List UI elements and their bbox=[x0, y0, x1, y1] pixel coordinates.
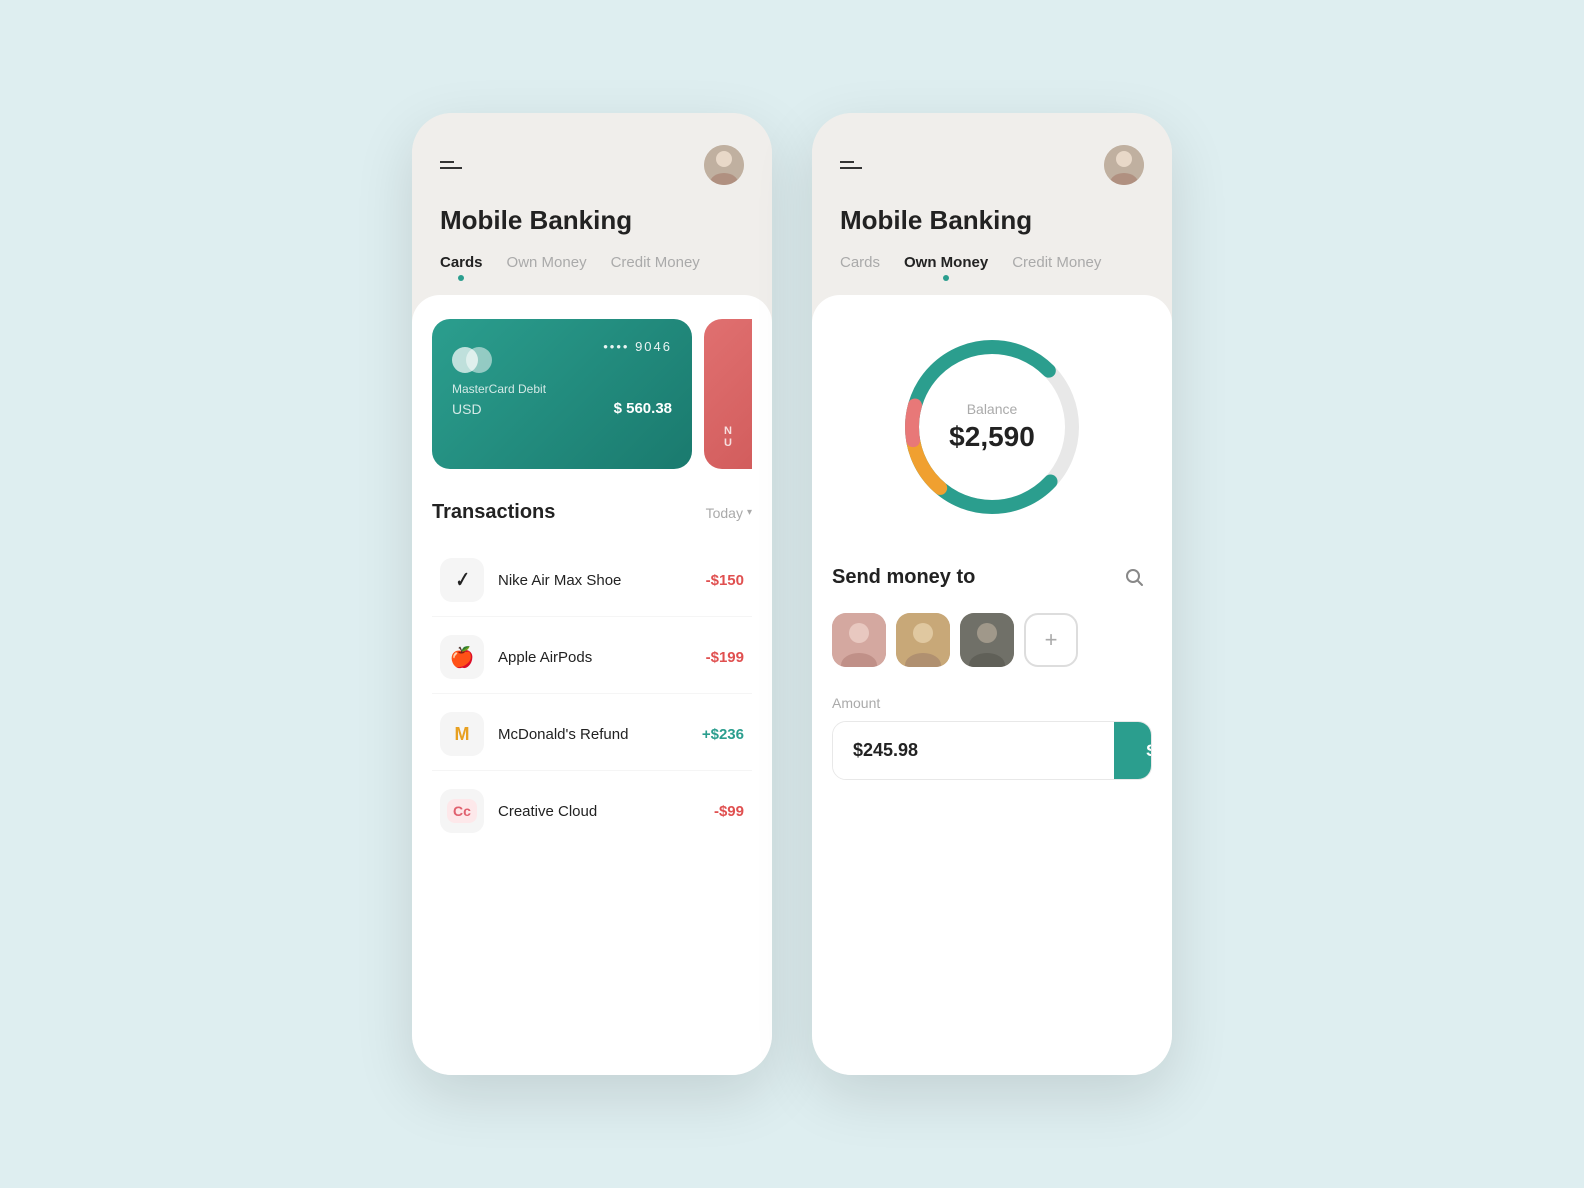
transaction-name: Creative Cloud bbox=[498, 803, 700, 820]
avatar[interactable] bbox=[1104, 145, 1144, 185]
transactions-header: Transactions Today ▾ bbox=[432, 501, 752, 524]
transaction-name: McDonald's Refund bbox=[498, 726, 688, 743]
left-header bbox=[412, 113, 772, 205]
balance-ring: Balance $2,590 bbox=[892, 327, 1092, 527]
hamburger-menu-icon[interactable] bbox=[840, 161, 862, 169]
card-currency: USD bbox=[452, 401, 482, 417]
send-money-title: Send money to bbox=[832, 566, 975, 589]
today-filter[interactable]: Today ▾ bbox=[706, 505, 752, 521]
mcdonalds-icon: M bbox=[440, 712, 484, 756]
bank-card-secondary[interactable]: NU bbox=[704, 319, 752, 469]
balance-amount: $2,590 bbox=[949, 421, 1035, 453]
card-second-label: NU bbox=[724, 425, 752, 449]
amount-input[interactable] bbox=[833, 722, 1114, 779]
send-button[interactable]: Send bbox=[1114, 722, 1152, 779]
tab-credit-money[interactable]: Credit Money bbox=[611, 254, 700, 279]
contact-avatar-2[interactable] bbox=[896, 613, 950, 667]
transactions-title: Transactions bbox=[432, 501, 555, 524]
card-type: MasterCard Debit bbox=[452, 382, 672, 396]
table-row[interactable]: 🍎 Apple AirPods -$199 bbox=[432, 621, 752, 694]
hamburger-menu-icon[interactable] bbox=[440, 161, 462, 169]
transaction-amount: -$99 bbox=[714, 803, 744, 820]
phone-body: Balance $2,590 Send money to bbox=[812, 295, 1172, 1075]
avatar[interactable] bbox=[704, 145, 744, 185]
card-number: •••• 9046 bbox=[603, 339, 672, 354]
phone-body: •••• 9046 MasterCard Debit USD $ 560.38 … bbox=[412, 295, 772, 1075]
right-header bbox=[812, 113, 1172, 205]
add-contact-button[interactable]: + bbox=[1024, 613, 1078, 667]
amount-section: Amount Send bbox=[832, 695, 1152, 780]
today-label: Today bbox=[706, 505, 743, 521]
amount-input-row: Send bbox=[832, 721, 1152, 780]
tab-own-money[interactable]: Own Money bbox=[507, 254, 587, 279]
tab-cards[interactable]: Cards bbox=[840, 254, 880, 279]
plus-icon: + bbox=[1045, 627, 1058, 653]
transaction-amount: -$150 bbox=[706, 572, 744, 589]
contacts-row: + bbox=[832, 613, 1152, 667]
amount-label: Amount bbox=[832, 695, 1152, 711]
balance-center: Balance $2,590 bbox=[949, 401, 1035, 453]
apple-icon: 🍎 bbox=[440, 635, 484, 679]
balance-ring-container: Balance $2,590 bbox=[832, 327, 1152, 527]
table-row[interactable]: Cc Creative Cloud -$99 bbox=[432, 775, 752, 847]
bank-card-primary[interactable]: •••• 9046 MasterCard Debit USD $ 560.38 bbox=[432, 319, 692, 469]
page-title: Mobile Banking bbox=[812, 205, 1172, 254]
table-row[interactable]: ✓ Nike Air Max Shoe -$150 bbox=[432, 544, 752, 617]
transaction-name: Nike Air Max Shoe bbox=[498, 572, 692, 589]
right-phone: Mobile Banking Cards Own Money Credit Mo… bbox=[812, 113, 1172, 1075]
search-icon[interactable] bbox=[1116, 559, 1152, 595]
contact-avatar-3[interactable] bbox=[960, 613, 1014, 667]
contact-avatar-1[interactable] bbox=[832, 613, 886, 667]
transaction-amount: -$199 bbox=[706, 649, 744, 666]
tab-bar: Cards Own Money Credit Money bbox=[812, 254, 1172, 295]
transaction-amount: +$236 bbox=[702, 726, 744, 743]
tab-credit-money[interactable]: Credit Money bbox=[1012, 254, 1101, 279]
creative-cloud-icon: Cc bbox=[440, 789, 484, 833]
card-bottom: USD $ 560.38 bbox=[452, 400, 672, 417]
transaction-name: Apple AirPods bbox=[498, 649, 692, 666]
transaction-list: ✓ Nike Air Max Shoe -$150 🍎 Apple AirPod… bbox=[432, 544, 752, 847]
tab-cards[interactable]: Cards bbox=[440, 254, 483, 279]
card-balance: $ 560.38 bbox=[614, 400, 672, 417]
send-money-header: Send money to bbox=[832, 559, 1152, 595]
chevron-down-icon: ▾ bbox=[747, 507, 752, 518]
page-title: Mobile Banking bbox=[412, 205, 772, 254]
card-container: •••• 9046 MasterCard Debit USD $ 560.38 … bbox=[432, 319, 752, 469]
tab-own-money[interactable]: Own Money bbox=[904, 254, 988, 279]
left-phone: Mobile Banking Cards Own Money Credit Mo… bbox=[412, 113, 772, 1075]
card-top: •••• 9046 bbox=[452, 339, 672, 354]
tab-bar: Cards Own Money Credit Money bbox=[412, 254, 772, 295]
table-row[interactable]: M McDonald's Refund +$236 bbox=[432, 698, 752, 771]
balance-label: Balance bbox=[949, 401, 1035, 417]
nike-icon: ✓ bbox=[440, 558, 484, 602]
